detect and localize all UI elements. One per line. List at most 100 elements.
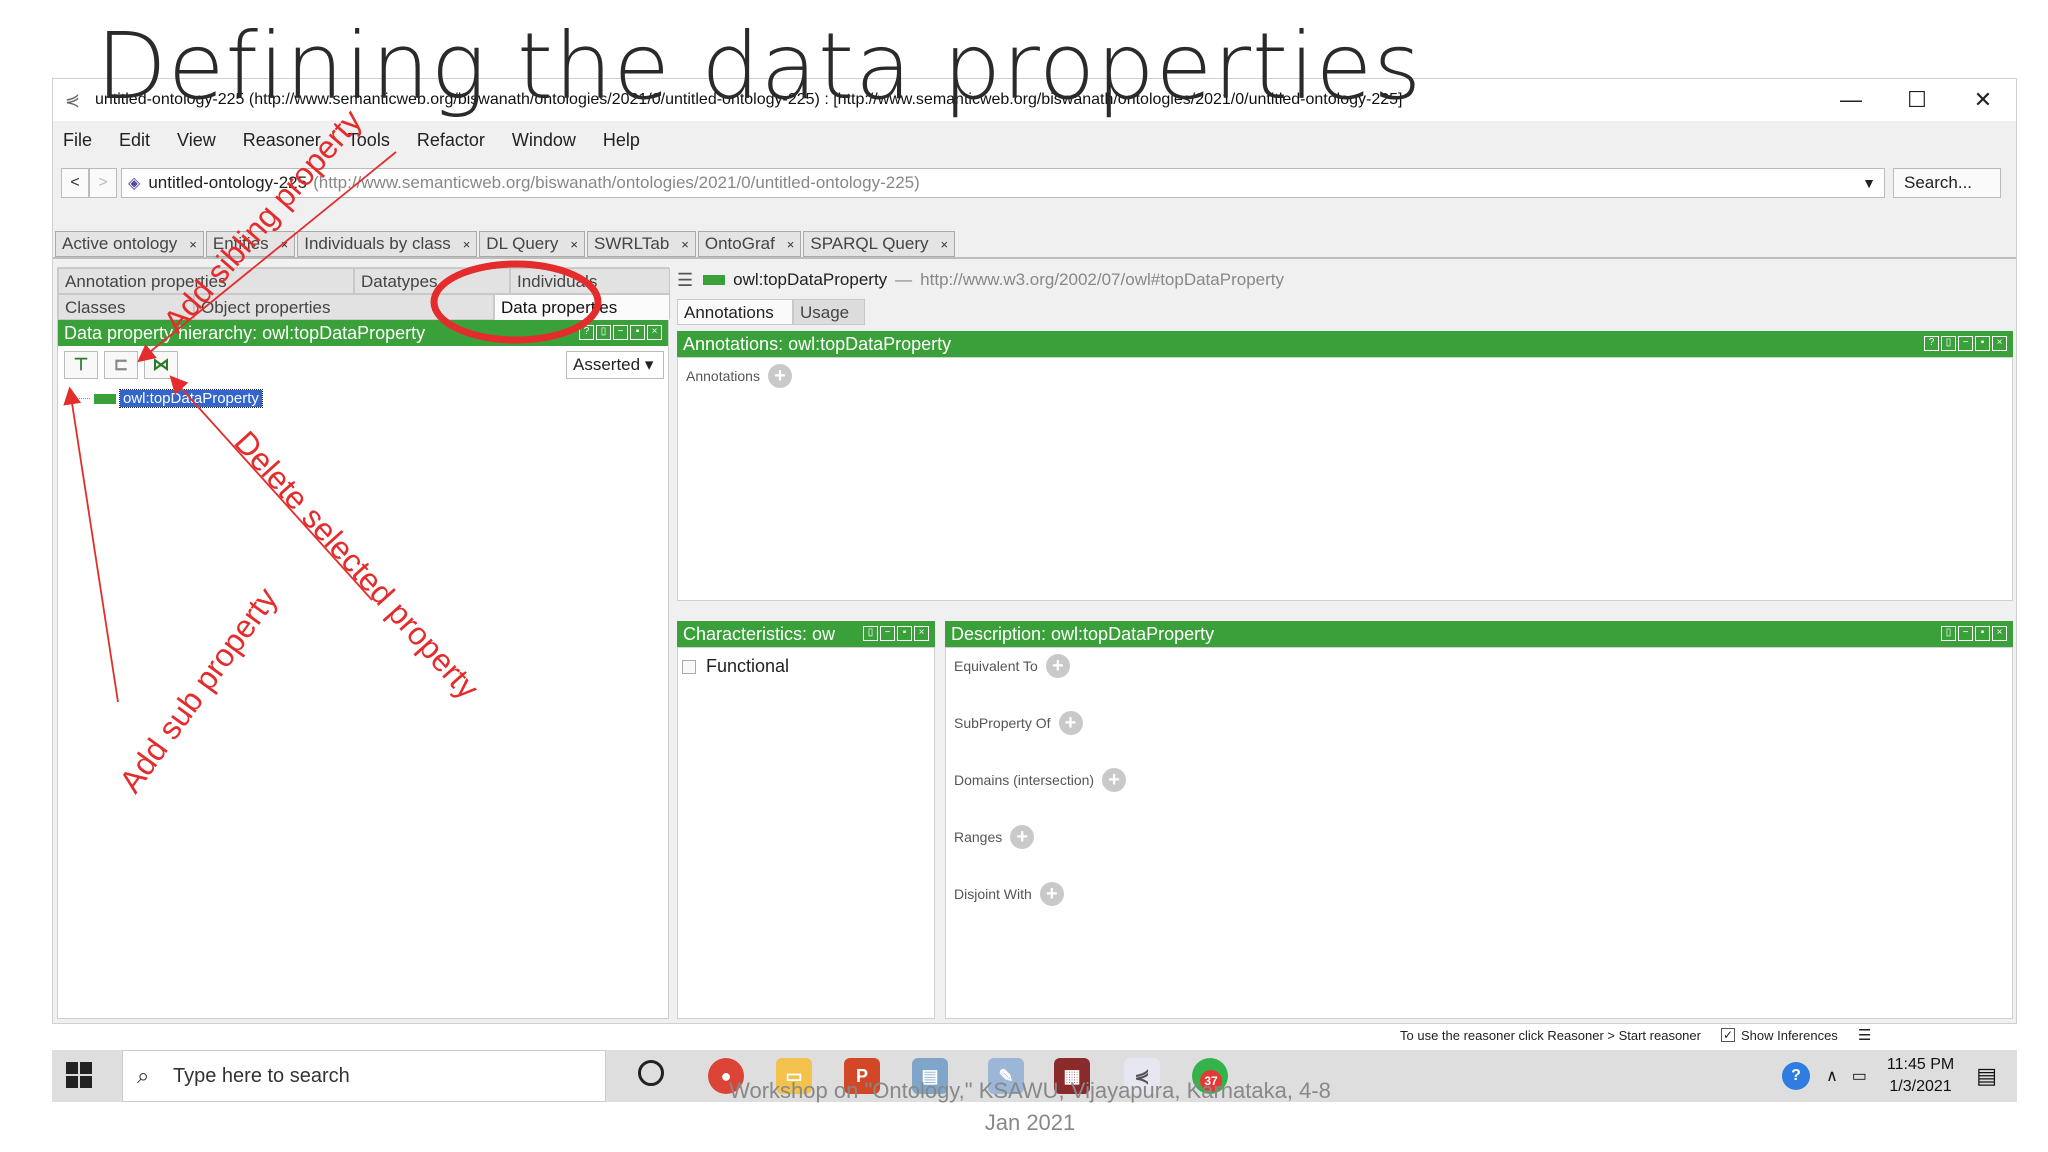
hierarchy-title: Data property hierarchy: owl:topDataProp… — [64, 323, 426, 343]
equivalent-to-row: Equivalent To + — [954, 654, 1070, 678]
menu-window[interactable]: Window — [512, 130, 576, 151]
entity-view-tabs: Annotation properties Datatypes Individu… — [58, 268, 670, 320]
tab-data-properties[interactable]: Data properties — [494, 294, 670, 320]
menu-file[interactable]: File — [63, 130, 92, 151]
tree-node-top-data-property[interactable]: owl:topDataProperty — [119, 389, 263, 408]
show-inferences-checkbox[interactable]: ✓ — [1720, 1028, 1735, 1042]
close-icon[interactable]: × — [787, 237, 795, 252]
search-placeholder: Type here to search — [173, 1065, 350, 1087]
windows-start-icon[interactable] — [66, 1062, 94, 1090]
data-property-icon — [94, 393, 116, 404]
float-view-icon[interactable]: ▪ — [630, 325, 645, 340]
minimize-view-icon[interactable]: − — [880, 626, 895, 641]
minimize-view-icon[interactable]: − — [1958, 626, 1973, 641]
menu-refactor[interactable]: Refactor — [417, 130, 485, 151]
tab-swrltab[interactable]: SWRLTab × — [587, 231, 696, 257]
forward-button[interactable]: > — [89, 168, 117, 198]
chevron-up-icon[interactable]: ∧ — [1826, 1066, 1838, 1086]
split-icon[interactable]: ▯ — [596, 325, 611, 340]
system-tray: ? ∧ ▭ 11:45 PM 1/3/2021 ▤ — [1782, 1050, 2017, 1102]
split-icon[interactable]: ▯ — [863, 626, 878, 641]
menu-edit[interactable]: Edit — [119, 130, 150, 151]
tab-label: Active ontology — [62, 234, 178, 253]
tab-object-properties[interactable]: Object properties — [194, 294, 494, 320]
tab-active-ontology[interactable]: Active ontology × — [55, 231, 204, 257]
log-icon[interactable]: ☰ — [1858, 1026, 1871, 1044]
add-domain-icon[interactable]: + — [1102, 768, 1127, 792]
status-bar: To use the reasoner click Reasoner > Sta… — [1400, 1026, 1871, 1044]
data-property-icon — [703, 275, 726, 285]
close-icon[interactable]: × — [189, 237, 197, 252]
taskbar-search-input[interactable]: ⌕ Type here to search — [122, 1050, 606, 1102]
add-superproperty-icon[interactable]: + — [1058, 711, 1083, 735]
tab-annotations[interactable]: Annotations — [677, 299, 793, 325]
add-range-icon[interactable]: + — [1010, 825, 1035, 849]
back-button[interactable]: < — [61, 168, 89, 198]
ontology-selector[interactable]: ◈ untitled-ontology-225 (http://www.sema… — [121, 168, 1885, 198]
add-disjoint-icon[interactable]: + — [1039, 882, 1064, 906]
clock[interactable]: 11:45 PM 1/3/2021 — [1887, 1054, 1954, 1098]
tab-label: OntoGraf — [704, 234, 775, 253]
tab-dl-query[interactable]: DL Query × — [479, 231, 586, 257]
tab-label: DL Query — [486, 234, 559, 253]
menu-help[interactable]: Help — [603, 130, 640, 151]
tab-sparql-query[interactable]: SPARQL Query × — [803, 231, 956, 257]
tab-individuals[interactable]: Individuals — [510, 268, 670, 294]
close-icon[interactable]: × — [281, 237, 289, 252]
functional-checkbox[interactable] — [682, 659, 696, 674]
tab-label: Individuals by class — [304, 234, 451, 253]
help-icon[interactable]: ? — [1782, 1062, 1811, 1090]
tab-usage[interactable]: Usage — [793, 299, 865, 325]
close-icon[interactable]: × — [570, 237, 578, 252]
view-controls: ▯ − ▪ × — [861, 626, 929, 641]
asserted-dropdown[interactable]: Asserted ▾ — [566, 351, 664, 379]
characteristics-body: Functional — [677, 647, 935, 1019]
add-sibling-property-button[interactable]: ⊏ — [104, 351, 138, 379]
annotations-title: Annotations: owl:topDataProperty — [683, 334, 952, 354]
menu-icon[interactable]: ☰ — [677, 270, 693, 291]
tab-datatypes[interactable]: Datatypes — [354, 268, 510, 294]
data-property-panel: Annotation properties Datatypes Individu… — [57, 267, 670, 1019]
domains-row: Domains (intersection) + — [954, 768, 1127, 792]
tab-individuals-by-class[interactable]: Individuals by class × — [297, 231, 478, 257]
search-button[interactable]: Search... — [1893, 168, 2001, 198]
close-button[interactable]: ✕ — [1950, 79, 2016, 121]
help-icon[interactable]: ? — [1924, 336, 1939, 351]
float-view-icon[interactable]: ▪ — [1975, 626, 1990, 641]
split-icon[interactable]: ▯ — [1941, 336, 1956, 351]
add-annotation-icon[interactable]: + — [767, 364, 792, 388]
help-icon[interactable]: ? — [579, 325, 594, 340]
footer-line-1: Workshop on "Ontology," KSAWU, Vijayapur… — [729, 1078, 1331, 1103]
ontology-uri: (http://www.semanticweb.org/biswanath/on… — [313, 173, 920, 192]
close-icon[interactable]: × — [463, 237, 471, 252]
cortana-icon[interactable] — [638, 1060, 664, 1086]
split-icon[interactable]: ▯ — [1941, 626, 1956, 641]
disjoint-with-row: Disjoint With + — [954, 882, 1064, 906]
chevron-down-icon[interactable]: ▼ — [1862, 175, 1876, 191]
delete-property-button[interactable]: ⋈ — [144, 351, 178, 379]
close-view-icon[interactable]: × — [1992, 336, 2007, 351]
entity-header: ☰ owl:topDataProperty — http://www.w3.or… — [677, 267, 1284, 293]
tab-ontograf[interactable]: OntoGraf × — [697, 231, 802, 257]
notifications-icon[interactable]: ▤ — [1976, 1063, 1997, 1089]
tab-divider — [53, 257, 2016, 259]
battery-icon[interactable]: ▭ — [1852, 1066, 1867, 1086]
hierarchy-header: Data property hierarchy: owl:topDataProp… — [58, 320, 668, 346]
float-view-icon[interactable]: ▪ — [897, 626, 912, 641]
minimize-button[interactable]: — — [1818, 79, 1884, 121]
equivalent-to-label: Equivalent To — [954, 658, 1038, 674]
close-view-icon[interactable]: × — [647, 325, 662, 340]
maximize-button[interactable]: ☐ — [1884, 79, 1950, 121]
subproperty-of-row: SubProperty Of + — [954, 711, 1083, 735]
minimize-view-icon[interactable]: − — [613, 325, 628, 340]
float-view-icon[interactable]: ▪ — [1975, 336, 1990, 351]
close-view-icon[interactable]: × — [914, 626, 929, 641]
close-view-icon[interactable]: × — [1992, 626, 2007, 641]
add-equivalent-icon[interactable]: + — [1045, 654, 1070, 678]
add-sub-property-button[interactable]: ⊤ — [64, 351, 98, 379]
menu-view[interactable]: View — [177, 130, 216, 151]
close-icon[interactable]: × — [681, 237, 689, 252]
close-icon[interactable]: × — [941, 237, 949, 252]
minimize-view-icon[interactable]: − — [1958, 336, 1973, 351]
description-title: Description: owl:topDataProperty — [951, 624, 1215, 644]
